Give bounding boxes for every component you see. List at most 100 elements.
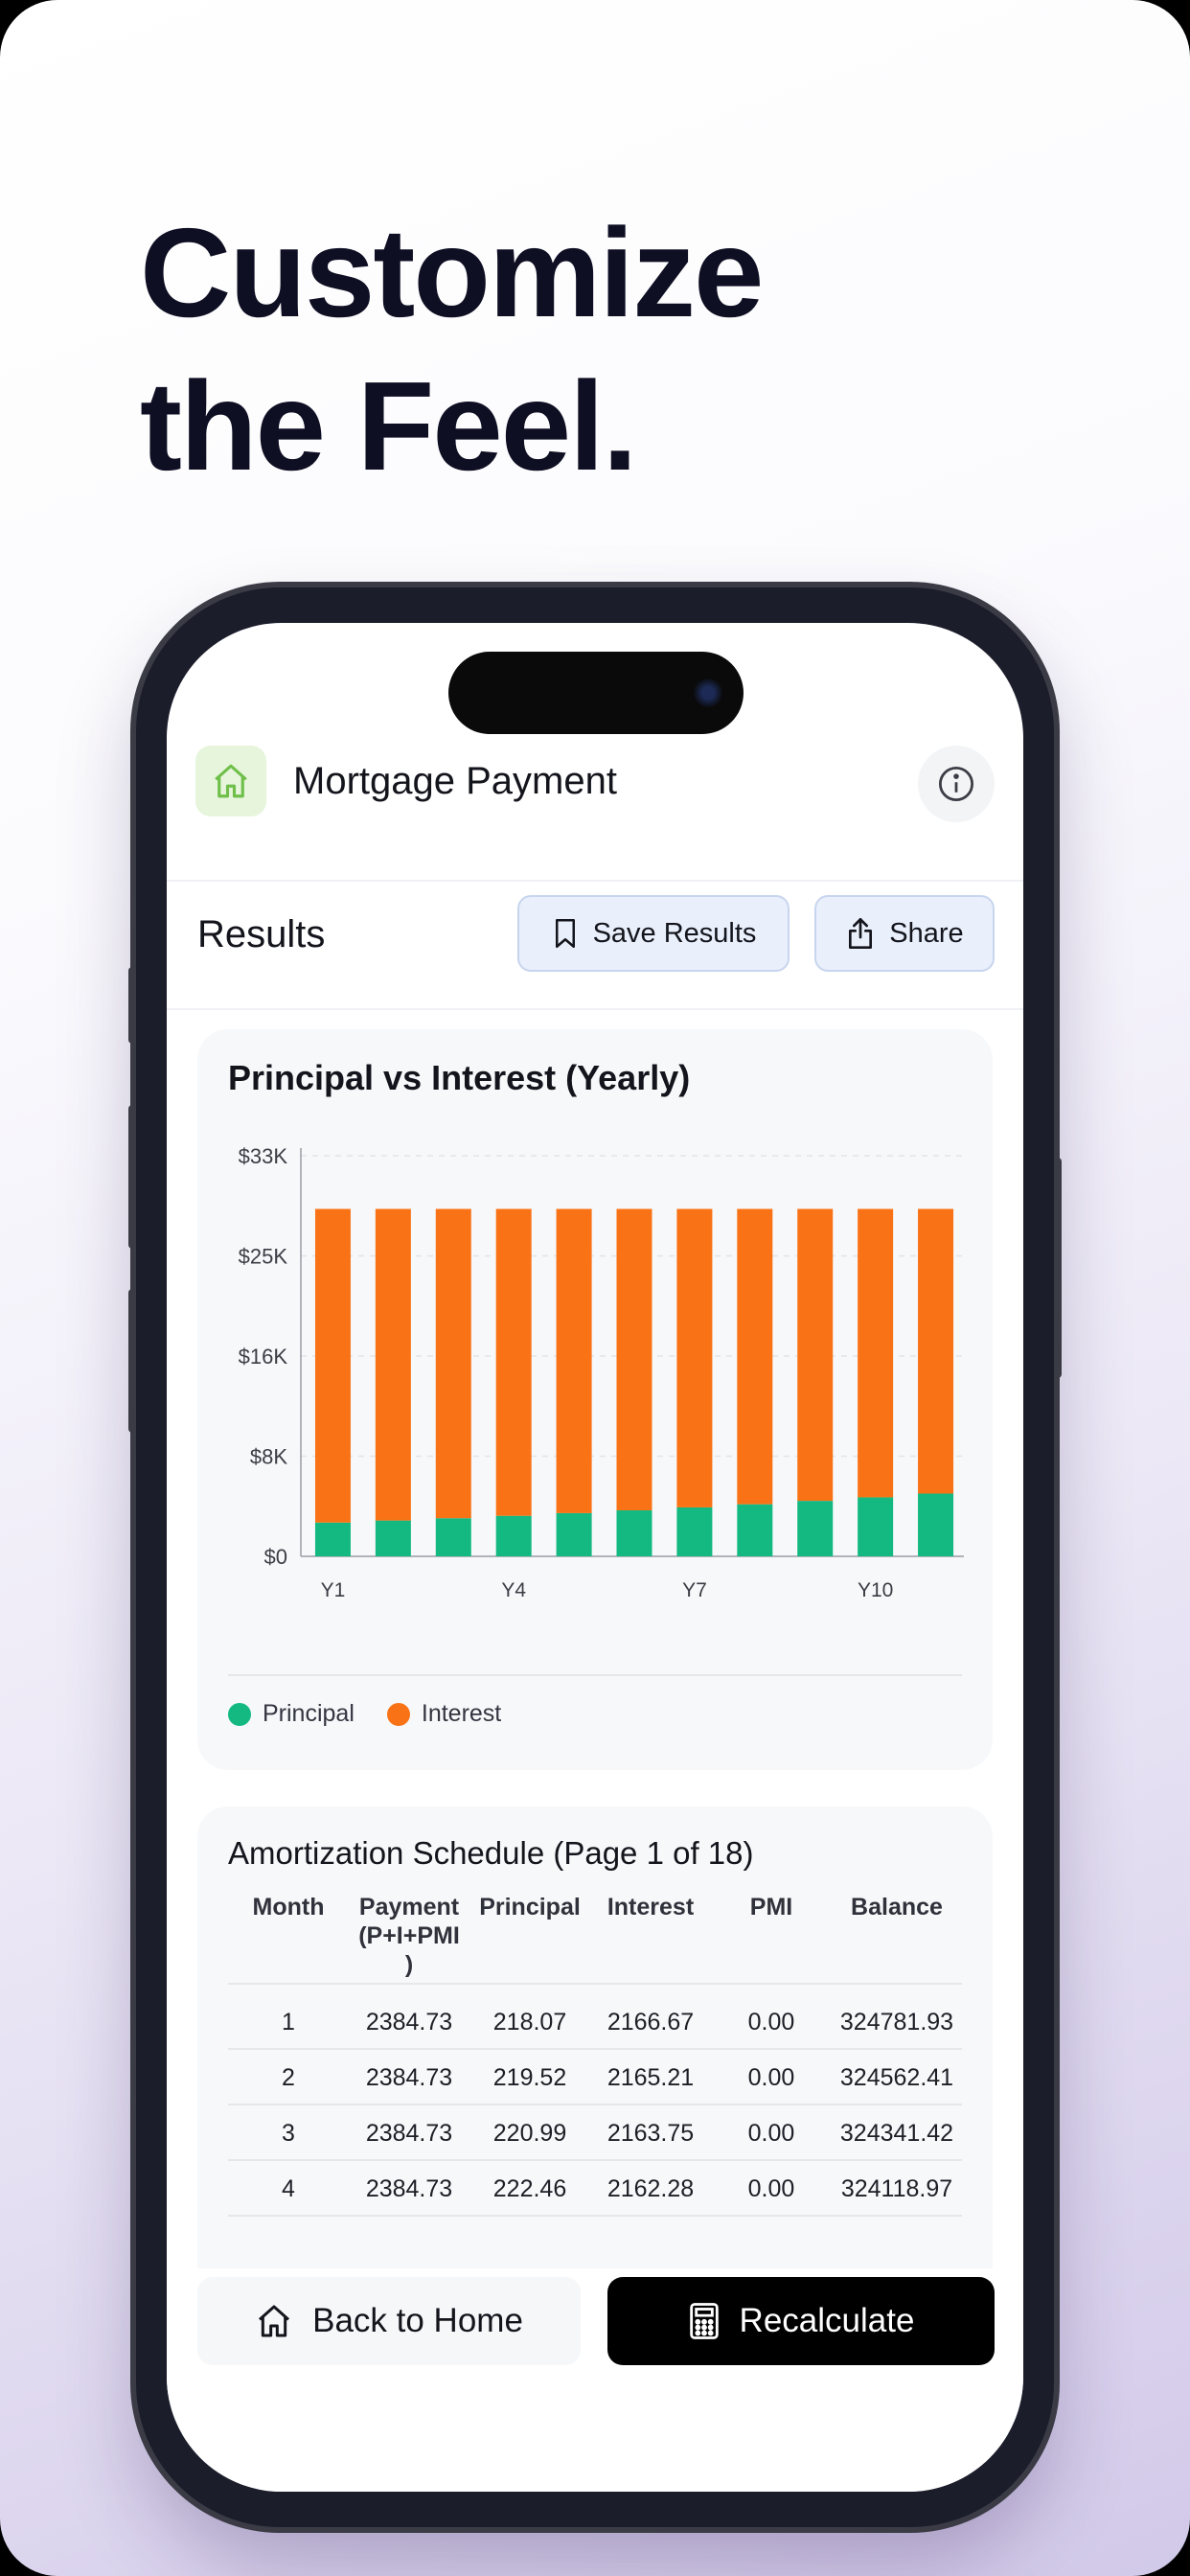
schedule-title: Amortization Schedule (Page 1 of 18) <box>228 1835 754 1871</box>
header-balance: Balance <box>851 1894 943 1920</box>
cell-balance: 324781.93 <box>839 2009 954 2036</box>
cell-interest: 2162.28 <box>606 2175 695 2202</box>
volume-up-button <box>128 1105 136 1249</box>
header-principal: Principal <box>479 1894 581 1920</box>
bar-principal <box>314 1522 351 1556</box>
cell-payment: 2384.73 <box>365 2120 453 2147</box>
bar-principal <box>676 1506 713 1556</box>
cell-pmi: 0.00 <box>747 2175 795 2202</box>
promo-canvas: Customize the Feel. Mortgage Payment Res… <box>0 0 1190 2576</box>
cell-month: 2 <box>282 2064 295 2091</box>
cell-principal: 222.46 <box>492 2175 567 2202</box>
cell-payment: 2384.73 <box>365 2064 453 2091</box>
bar-principal <box>556 1512 592 1556</box>
x-tick-label: Y7 <box>682 1579 707 1601</box>
bar-interest <box>918 1208 954 1494</box>
action-button <box>128 967 136 1044</box>
bar-principal <box>495 1515 532 1556</box>
header-interest: Interest <box>606 1894 695 1920</box>
cell-balance: 324562.41 <box>839 2064 954 2091</box>
bar-principal <box>737 1504 773 1556</box>
legend-principal-label: Principal <box>263 1700 355 1727</box>
table-row: 2 2384.73 219.52 2165.21 0.00 324562.41 <box>228 2050 962 2105</box>
header-payment: Payment (P+I+PMI ) <box>349 1893 469 1979</box>
header-payment-line-3: ) <box>404 1951 414 1978</box>
cell-month: 4 <box>282 2175 295 2202</box>
legend-interest-label: Interest <box>421 1700 502 1727</box>
legend-principal: Principal <box>228 1700 355 1728</box>
y-tick-label: $16K <box>239 1345 288 1368</box>
bar-interest <box>314 1208 351 1523</box>
x-tick-label: Y10 <box>858 1579 893 1601</box>
bar-interest <box>737 1208 773 1505</box>
bar-principal <box>797 1501 834 1556</box>
bar-principal <box>858 1497 894 1556</box>
principal-swatch <box>228 1702 251 1726</box>
header-payment-line-2: (P+I+PMI <box>358 1922 460 1949</box>
x-tick-label: Y4 <box>501 1579 526 1601</box>
cell-balance: 324118.97 <box>840 2175 953 2202</box>
share-button[interactable]: Share <box>814 895 995 972</box>
phone-frame: Mortgage Payment Results Save Results Sh… <box>128 587 1062 2527</box>
bar-principal <box>435 1518 471 1556</box>
y-tick-label: $8K <box>250 1445 287 1469</box>
info-icon[interactable] <box>918 746 995 822</box>
cell-month: 1 <box>282 2009 295 2036</box>
cell-payment: 2384.73 <box>365 2175 453 2202</box>
camera-icon <box>694 678 722 707</box>
cell-interest: 2163.75 <box>606 2120 695 2147</box>
bar-interest <box>495 1208 532 1516</box>
y-tick-label: $25K <box>239 1245 288 1269</box>
phone-screen: Mortgage Payment Results Save Results Sh… <box>167 623 1023 2492</box>
interest-swatch <box>386 1702 410 1726</box>
cell-principal: 218.07 <box>492 2009 567 2036</box>
cell-principal: 219.52 <box>492 2064 567 2091</box>
y-tick-label: $33K <box>239 1144 288 1168</box>
bar-interest <box>858 1208 894 1498</box>
save-results-label: Save Results <box>592 917 757 949</box>
back-to-home-button[interactable]: Back to Home <box>197 2277 581 2365</box>
power-button <box>1054 1158 1062 1378</box>
home-icon <box>259 2305 290 2337</box>
save-results-button[interactable]: Save Results <box>517 895 790 972</box>
volume-down-button <box>128 1289 136 1433</box>
table-row: 3 2384.73 220.99 2163.75 0.00 324341.42 <box>228 2105 962 2161</box>
headline-line-2: the Feel. <box>140 356 637 496</box>
calculator-icon <box>689 2303 719 2339</box>
bar-principal <box>375 1520 411 1556</box>
table-header: Month Payment (P+I+PMI ) Principal Inter… <box>228 1893 962 1985</box>
dynamic-island <box>448 652 744 734</box>
bar-principal <box>616 1509 652 1556</box>
home-icon[interactable] <box>195 746 266 816</box>
header-pmi: PMI <box>749 1894 793 1920</box>
share-icon <box>849 917 873 949</box>
cell-balance: 324341.42 <box>839 2120 954 2147</box>
cell-pmi: 0.00 <box>747 2009 795 2036</box>
cell-interest: 2165.21 <box>606 2064 695 2091</box>
cell-pmi: 0.00 <box>747 2120 795 2147</box>
back-to-home-label: Back to Home <box>312 2302 523 2339</box>
app-title: Mortgage Payment <box>293 760 617 802</box>
headline: Customize the Feel. <box>140 196 764 503</box>
bar-principal <box>918 1493 954 1556</box>
results-heading: Results <box>197 913 326 955</box>
bar-interest <box>616 1208 652 1510</box>
legend-divider <box>228 1674 962 1676</box>
header-month: Month <box>252 1894 325 1920</box>
chart-title: Principal vs Interest (Yearly) <box>228 1058 691 1097</box>
y-tick-label: $0 <box>264 1545 287 1569</box>
headline-line-1: Customize <box>140 202 764 343</box>
bar-interest <box>797 1208 834 1502</box>
bar-interest <box>676 1208 713 1507</box>
recalculate-button[interactable]: Recalculate <box>607 2277 995 2365</box>
cell-payment: 2384.73 <box>365 2009 453 2036</box>
chart-card: Principal vs Interest (Yearly) $0 $8K $16K… <box>197 1029 993 1770</box>
cell-month: 3 <box>282 2120 295 2147</box>
x-tick-label: Y1 <box>321 1579 346 1601</box>
share-label: Share <box>889 917 964 949</box>
chart-legend: Principal Interest <box>228 1700 501 1728</box>
bar-interest <box>556 1208 592 1513</box>
bookmark-icon <box>555 919 575 948</box>
stacked-bar-chart: $0 $8K $16K $25K $33K Y1 Y4 Y7 Y10 <box>239 1144 964 1601</box>
bar-interest <box>375 1208 411 1521</box>
